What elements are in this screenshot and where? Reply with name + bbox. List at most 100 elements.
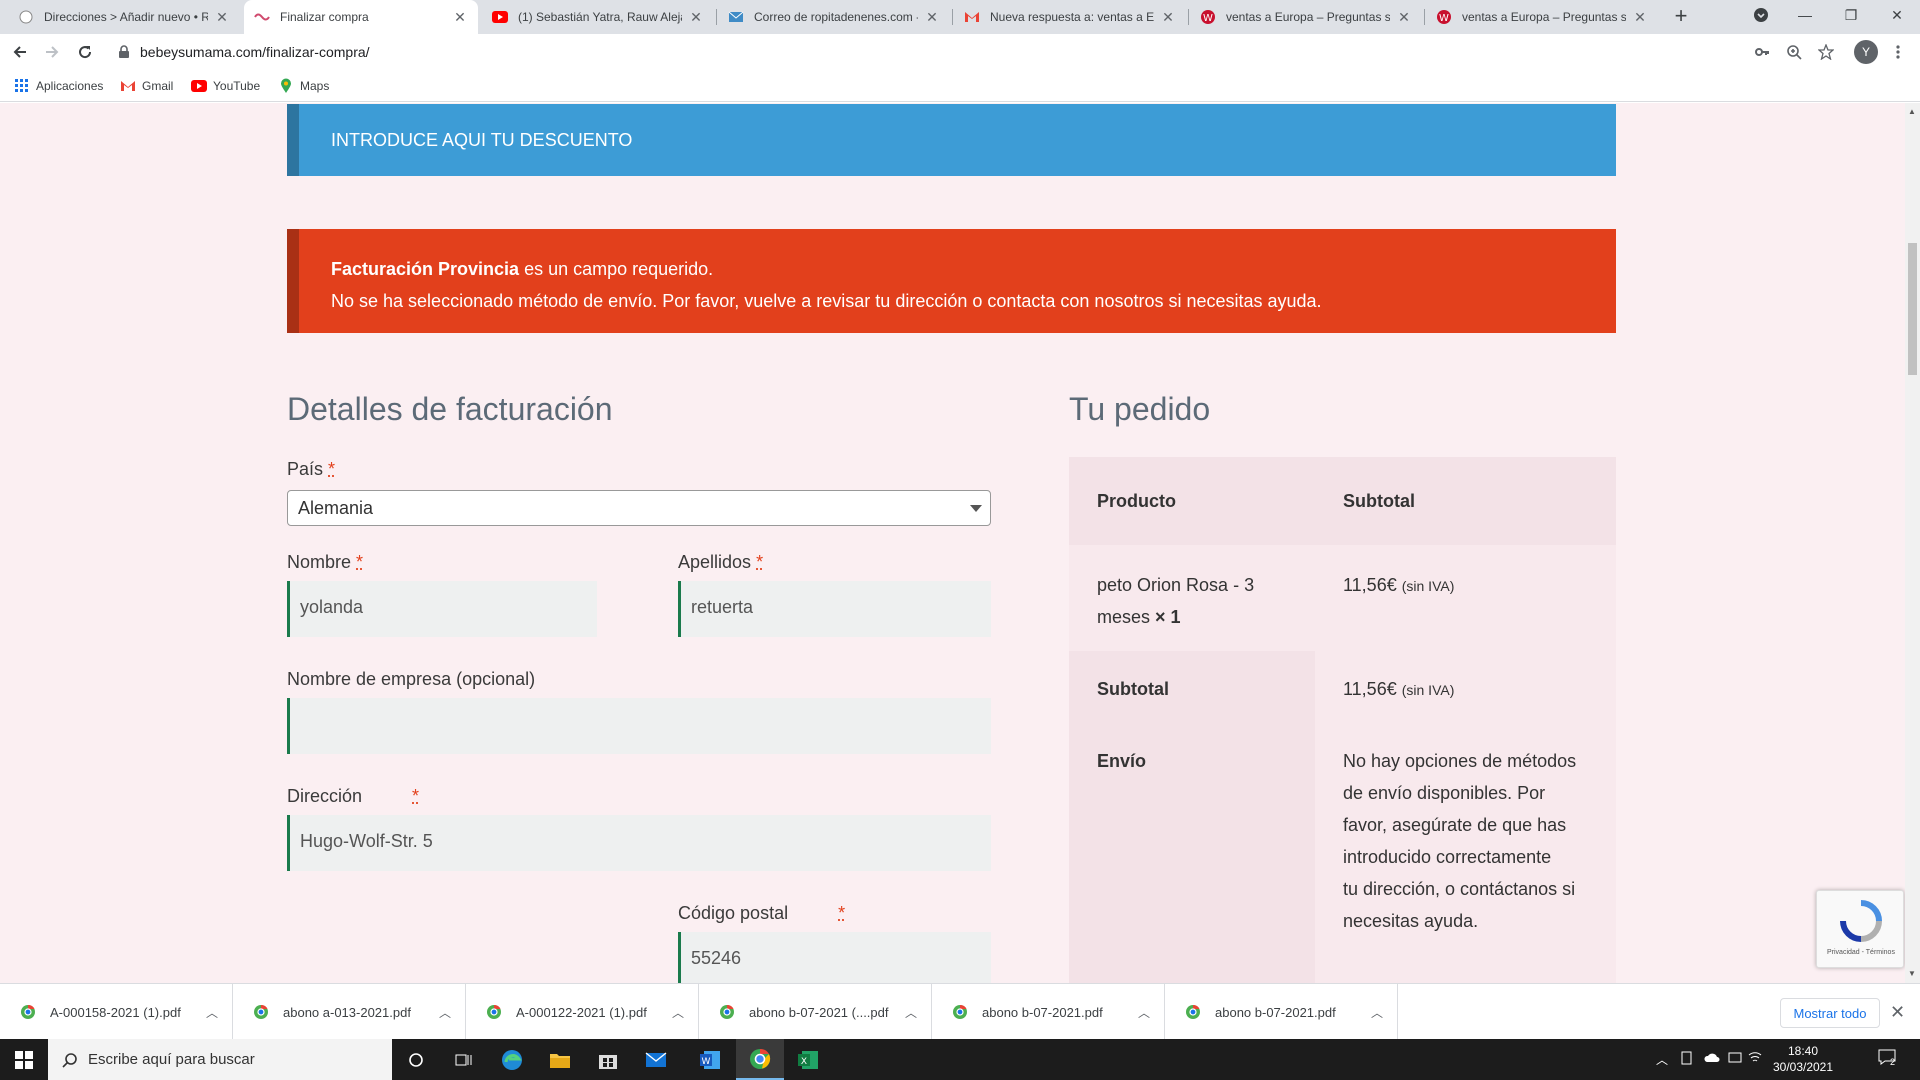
download-item[interactable]: abono a-013-2021.pdf ︿ xyxy=(233,984,466,1040)
taskbar-search-input[interactable]: Escribe aquí para buscar xyxy=(48,1039,392,1080)
postcode-field[interactable]: 55246 xyxy=(678,932,991,983)
country-label: País * xyxy=(287,459,336,479)
taskbar-clock[interactable]: 18:40 30/03/2021 xyxy=(1768,1043,1838,1075)
country-select[interactable]: Alemania xyxy=(287,490,991,526)
discount-notice[interactable]: INTRODUCE AQUI TU DESCUENTO xyxy=(287,104,1616,176)
recaptcha-text[interactable]: Privacidad - Términos xyxy=(1827,949,1895,956)
close-icon[interactable]: ✕ xyxy=(924,9,940,25)
tab-search-icon[interactable] xyxy=(1738,0,1784,30)
close-icon[interactable]: ✕ xyxy=(214,9,230,25)
back-button[interactable] xyxy=(8,40,32,64)
display-icon[interactable] xyxy=(1728,1051,1742,1068)
bookmark-youtube[interactable]: YouTube xyxy=(191,78,260,94)
close-icon[interactable]: ✕ xyxy=(1160,9,1176,25)
scroll-down-icon[interactable]: ▼ xyxy=(1908,969,1916,978)
device-icon[interactable] xyxy=(1680,1051,1694,1068)
tab-ventas-europa-1[interactable]: W ventas a Europa – Preguntas sob ✕ xyxy=(1190,0,1422,34)
tab-separator xyxy=(1424,9,1425,25)
edge-icon[interactable] xyxy=(488,1039,536,1080)
bookmark-label: Maps xyxy=(300,79,330,93)
close-icon[interactable]: ✕ xyxy=(1890,1002,1905,1023)
chevron-down-icon xyxy=(970,505,982,512)
download-item[interactable]: abono b-07-2021.pdf ︿ xyxy=(932,984,1165,1040)
lock-icon[interactable] xyxy=(118,45,130,59)
page-scrollbar[interactable]: ▲ ▼ xyxy=(1905,103,1920,983)
profile-avatar[interactable]: Y xyxy=(1854,40,1878,64)
window-close-button[interactable]: ✕ xyxy=(1874,0,1920,30)
error-line-2: No se ha seleccionado método de envío. P… xyxy=(331,291,1322,311)
close-icon[interactable]: ✕ xyxy=(688,9,704,25)
chevron-up-icon[interactable]: ︿ xyxy=(672,1004,684,1021)
chevron-up-icon[interactable]: ︿ xyxy=(439,1004,451,1021)
tab-direcciones[interactable]: Direcciones > Añadir nuevo • Ro ✕ xyxy=(8,0,240,34)
company-field[interactable] xyxy=(287,698,991,754)
tab-gmail[interactable]: Nueva respuesta a: ventas a Euro ✕ xyxy=(954,0,1186,34)
close-icon[interactable]: ✕ xyxy=(452,9,468,25)
tab-finalizar-compra[interactable]: Finalizar compra ✕ xyxy=(244,0,478,34)
apps-grid-icon xyxy=(14,78,30,94)
forward-button[interactable] xyxy=(40,40,64,64)
restore-button[interactable]: ❐ xyxy=(1828,0,1874,30)
download-item[interactable]: A-000122-2021 (1).pdf ︿ xyxy=(466,984,699,1040)
scrollbar-thumb[interactable] xyxy=(1908,243,1917,375)
clock-time: 18:40 xyxy=(1787,1044,1819,1058)
download-item[interactable]: abono b-07-2021 (....pdf ︿ xyxy=(699,984,932,1040)
mail-app-icon[interactable] xyxy=(632,1039,680,1080)
file-explorer-icon[interactable] xyxy=(536,1039,584,1080)
bookmark-gmail[interactable]: Gmail xyxy=(120,78,173,94)
order-heading: Tu pedido xyxy=(1069,391,1211,427)
scroll-up-icon[interactable]: ▲ xyxy=(1908,107,1916,116)
close-icon[interactable]: ✕ xyxy=(1632,9,1648,25)
chrome-icon xyxy=(486,1004,502,1020)
address-field[interactable]: Hugo-Wolf-Str. 5 xyxy=(287,815,991,871)
new-tab-button[interactable]: + xyxy=(1668,5,1694,29)
chevron-up-icon[interactable]: ︿ xyxy=(1656,1051,1668,1068)
first-name-field[interactable]: yolanda xyxy=(287,581,597,637)
reload-button[interactable] xyxy=(73,40,97,64)
item-name: peto Orion Rosa - 3 meses × 1 xyxy=(1097,569,1297,633)
tab-strip: Direcciones > Añadir nuevo • Ro ✕ Finali… xyxy=(0,0,1920,34)
tab-correo[interactable]: Correo de ropitadenenes.com - I ✕ xyxy=(718,0,950,34)
chevron-up-icon[interactable]: ︿ xyxy=(905,1004,917,1021)
download-filename: abono b-07-2021.pdf xyxy=(1215,1004,1336,1020)
chevron-up-icon[interactable]: ︿ xyxy=(1138,1004,1150,1021)
close-icon[interactable]: ✕ xyxy=(1396,9,1412,25)
tab-title: ventas a Europa – Preguntas sob xyxy=(1462,10,1626,24)
chrome-taskbar-icon[interactable] xyxy=(736,1039,784,1080)
download-item[interactable]: abono b-07-2021.pdf ︿ xyxy=(1165,984,1398,1040)
excel-icon[interactable]: X xyxy=(784,1039,832,1080)
url-text[interactable]: bebeysumama.com/finalizar-compra/ xyxy=(140,44,370,60)
tab-youtube[interactable]: (1) Sebastián Yatra, Rauw Alejan ✕ xyxy=(482,0,714,34)
show-all-downloads-button[interactable]: Mostrar todo xyxy=(1780,998,1880,1028)
postcode-label: Código postal * xyxy=(678,903,846,923)
minimize-button[interactable]: — xyxy=(1782,0,1828,30)
required-mark: * xyxy=(356,552,364,572)
menu-icon[interactable] xyxy=(1886,40,1910,64)
recaptcha-badge[interactable]: Privacidad - Términos xyxy=(1816,890,1904,968)
star-icon[interactable] xyxy=(1814,40,1838,64)
task-view-icon[interactable] xyxy=(440,1039,488,1080)
item-name-line: peto Orion Rosa - 3 xyxy=(1097,575,1255,595)
svg-text:W: W xyxy=(1203,13,1213,24)
shipping-message-line: de envío disponibles. Por xyxy=(1343,783,1546,803)
shipping-label: Envío xyxy=(1097,751,1147,771)
word-icon[interactable]: W xyxy=(686,1039,734,1080)
tab-ventas-europa-2[interactable]: W ventas a Europa – Preguntas sob ✕ xyxy=(1426,0,1658,34)
start-button[interactable] xyxy=(0,1039,48,1080)
store-icon[interactable] xyxy=(584,1039,632,1080)
youtube-icon xyxy=(191,78,207,94)
wifi-icon[interactable] xyxy=(1748,1051,1762,1066)
key-icon[interactable] xyxy=(1750,40,1774,64)
download-item[interactable]: A-000158-2021 (1).pdf ︿ xyxy=(0,984,233,1040)
cortana-icon[interactable] xyxy=(392,1039,440,1080)
notifications-icon[interactable]: 2 xyxy=(1878,1049,1896,1068)
onedrive-icon[interactable] xyxy=(1704,1051,1720,1066)
bookmark-aplicaciones[interactable]: Aplicaciones xyxy=(14,78,103,94)
last-name-field[interactable]: retuerta xyxy=(678,581,991,637)
chevron-up-icon[interactable]: ︿ xyxy=(206,1004,218,1021)
bookmark-maps[interactable]: Maps xyxy=(278,78,329,94)
notification-count: 2 xyxy=(1890,1057,1896,1067)
shipping-message-line: tu dirección, o contáctanos si xyxy=(1343,879,1576,899)
chevron-up-icon[interactable]: ︿ xyxy=(1371,1004,1383,1021)
zoom-icon[interactable] xyxy=(1782,40,1806,64)
